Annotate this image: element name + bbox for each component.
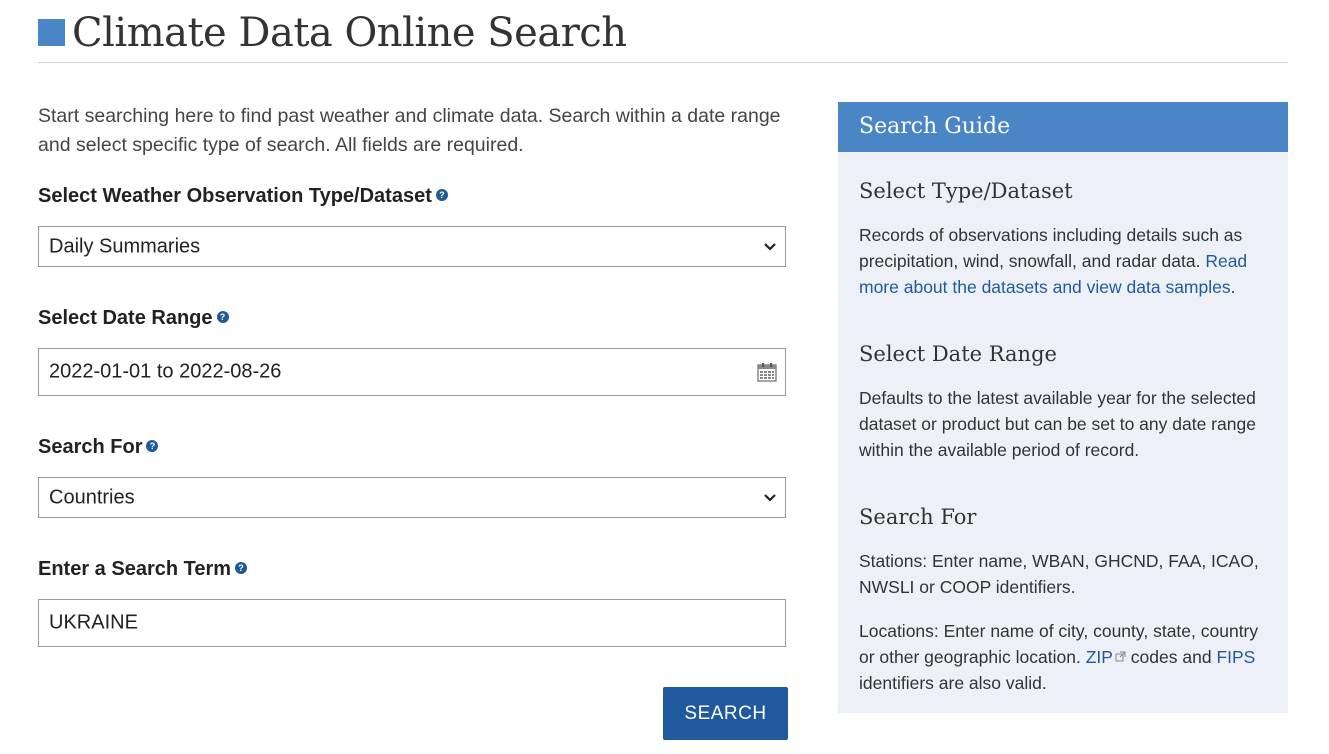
search-for-label-text: Search For: [38, 436, 143, 458]
guide-date-heading: Select Date Range: [859, 342, 1057, 366]
dataset-label: Select Weather Observation Type/Dataset?: [38, 183, 448, 209]
guide-type-heading: Select Type/Dataset: [859, 179, 1073, 203]
guide-locations-end: identifiers are also valid.: [859, 673, 1047, 693]
guide-type-description: Records of observations including detail…: [859, 225, 1243, 271]
help-icon[interactable]: ?: [435, 189, 448, 202]
search-term-label: Enter a Search Term?: [38, 556, 248, 582]
guide-type-text: Records of observations including detail…: [859, 222, 1269, 300]
date-range-label-text: Select Date Range: [38, 307, 213, 329]
search-guide-title: Search Guide: [838, 102, 1288, 152]
chevron-down-icon: [764, 493, 776, 502]
help-icon[interactable]: ?: [235, 562, 248, 575]
search-term-label-text: Enter a Search Term: [38, 558, 232, 580]
dataset-select-value: Daily Summaries: [49, 235, 201, 257]
guide-codes-and: codes and: [1130, 647, 1212, 667]
date-range-end: 2022-08-26: [179, 360, 282, 383]
external-link-icon: [1115, 651, 1126, 662]
help-icon[interactable]: ?: [146, 440, 159, 453]
calendar-icon[interactable]: [757, 362, 777, 382]
fips-link[interactable]: FIPS: [1216, 647, 1255, 667]
guide-date-text: Defaults to the latest available year fo…: [859, 388, 1256, 460]
guide-stations-text: Stations: Enter name, WBAN, GHCND, FAA, …: [859, 551, 1259, 597]
date-range-start: 2022-01-01: [49, 360, 152, 383]
search-for-select[interactable]: Countries: [38, 477, 786, 518]
search-term-input[interactable]: UKRAINE: [38, 599, 786, 647]
guide-searchfor-heading: Search For: [859, 505, 977, 529]
header-logo-square: [38, 19, 65, 46]
guide-type-period: .: [1230, 277, 1236, 297]
search-for-label: Search For?: [38, 434, 159, 460]
dataset-label-text: Select Weather Observation Type/Dataset: [38, 185, 432, 207]
page-title: Climate Data Online Search: [72, 10, 627, 56]
date-range-label: Select Date Range?: [38, 305, 229, 331]
date-range-separator: to: [156, 360, 174, 383]
dataset-select[interactable]: Daily Summaries: [38, 226, 786, 267]
page-header: Climate Data Online Search: [38, 8, 1288, 63]
date-range-input[interactable]: 2022-01-01 to 2022-08-26: [38, 348, 786, 396]
search-guide-panel: Search Guide Select Type/Dataset Records…: [838, 102, 1288, 713]
intro-text: Start searching here to find past weathe…: [38, 105, 781, 156]
chevron-down-icon: [764, 242, 776, 251]
guide-locations-text: Locations: Enter name of city, county, s…: [859, 618, 1269, 696]
search-button[interactable]: SEARCH: [663, 687, 788, 740]
date-range-value: 2022-01-01 to 2022-08-26: [49, 361, 281, 384]
search-term-value: UKRAINE: [49, 611, 138, 634]
help-icon[interactable]: ?: [216, 311, 229, 324]
search-for-value: Countries: [49, 486, 135, 508]
zip-link[interactable]: ZIP: [1086, 647, 1113, 667]
